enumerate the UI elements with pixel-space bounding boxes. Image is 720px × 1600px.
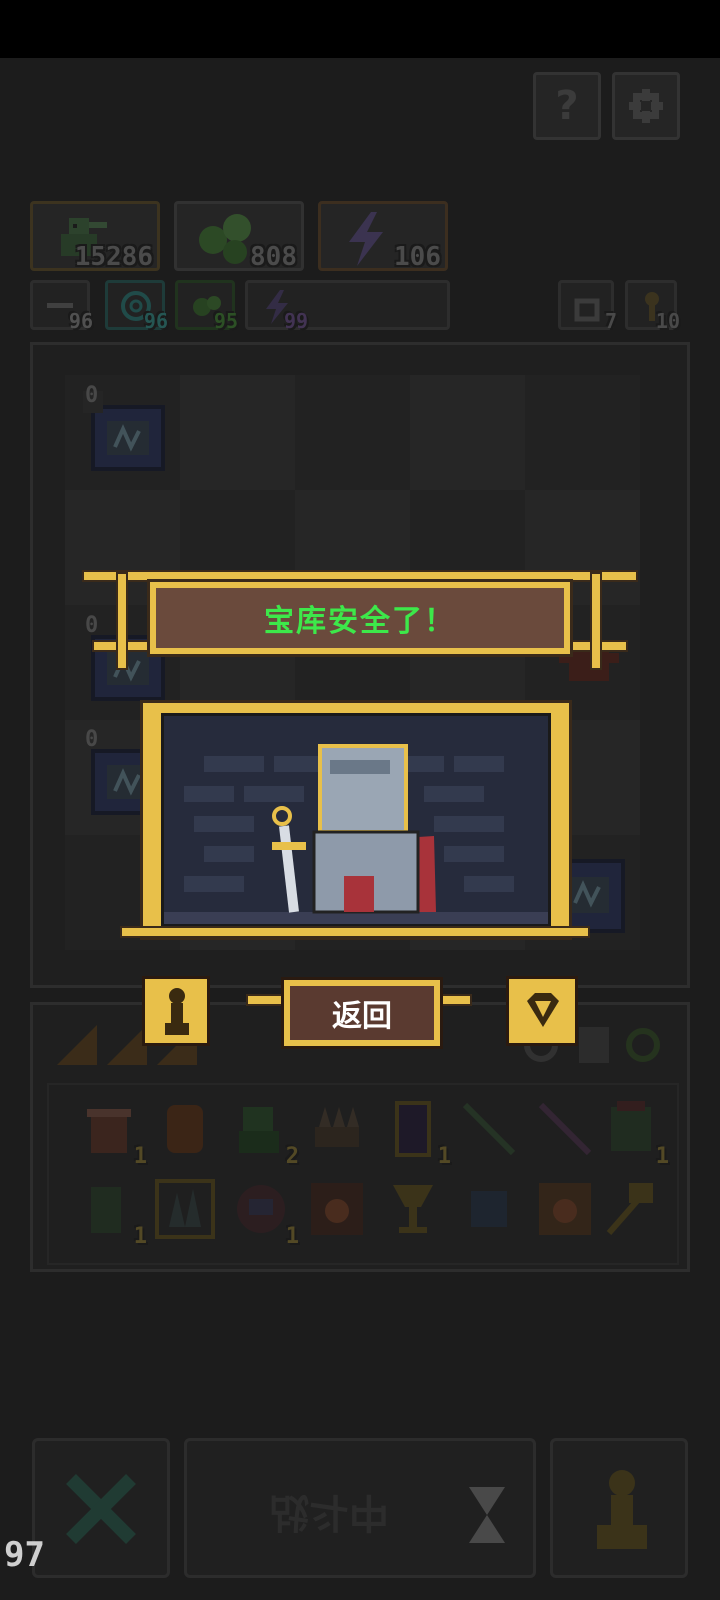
board-cell[interactable] [295, 375, 410, 490]
dialog-title-banner: 宝库安全了！ [150, 582, 570, 654]
demon-head-icon [237, 1185, 285, 1233]
board-cell[interactable] [410, 375, 525, 490]
stat-energy[interactable]: 99 [245, 280, 450, 333]
arrow-purple-icon [538, 1102, 592, 1156]
inventory-slot[interactable] [153, 1177, 217, 1241]
stat-spiral-value: 96 [143, 309, 168, 333]
inventory-slot[interactable]: 1 [77, 1177, 147, 1249]
potion-jar-icon [395, 1101, 431, 1157]
banner-post [116, 572, 128, 670]
battle-status-label: 战斗中 [269, 1489, 389, 1535]
stat-slime-value: 95 [213, 309, 238, 333]
fire-crate-icon [539, 1183, 591, 1235]
fps-counter: 97 [4, 1535, 45, 1575]
stat-spiral[interactable]: 96 [105, 280, 168, 333]
vault-badge: 0 [85, 727, 99, 752]
help-button[interactable]: ? [533, 72, 601, 140]
mask-icon [167, 1105, 203, 1153]
board-cell[interactable] [525, 375, 640, 490]
stat-energy-value: 99 [284, 309, 309, 333]
trophy-icon [393, 1185, 433, 1233]
hourglass-icon [469, 1487, 505, 1543]
dialog-scene-frame [140, 700, 572, 940]
battle-status-button[interactable]: 战斗中 [184, 1438, 536, 1578]
inventory-grid: 1 2 1 1 1 1 [47, 1083, 679, 1265]
lightning-icon [349, 212, 383, 266]
slime-count: 808 [250, 242, 297, 272]
inventory-slot[interactable]: 1 [381, 1097, 451, 1169]
stat-slime[interactable]: 95 [175, 280, 238, 333]
stat-key[interactable]: 10 [625, 280, 680, 333]
slime-resource[interactable]: 808 [174, 201, 304, 272]
unit-button[interactable] [550, 1438, 688, 1578]
goblin-chief-icon [611, 1101, 651, 1151]
arrow-green-icon [462, 1102, 516, 1156]
stat-sword[interactable]: 96 [30, 280, 93, 333]
inventory-slot[interactable] [381, 1177, 445, 1241]
fire-trap-icon [311, 1183, 363, 1235]
stat-key-value: 10 [655, 309, 680, 333]
cancel-button[interactable] [32, 1438, 170, 1578]
dialog-title: 宝库安全了！ [264, 604, 456, 639]
gear-icon [629, 89, 663, 123]
inventory-slot[interactable] [153, 1097, 217, 1161]
back-label: 返回 [332, 999, 392, 1034]
settings-button[interactable] [612, 72, 680, 140]
inventory-slot[interactable] [599, 1177, 663, 1241]
goblin-count: 15286 [74, 242, 153, 272]
pawn-side-button[interactable] [142, 976, 210, 1046]
blue-creature-icon [471, 1191, 507, 1227]
back-button[interactable]: 返回 [284, 980, 440, 1046]
gem-side-button[interactable] [506, 976, 578, 1046]
energy-count: 106 [394, 242, 441, 272]
banner-post [590, 572, 602, 670]
close-icon [66, 1474, 136, 1544]
goblin-icon [239, 1107, 279, 1153]
stat-sword-value: 96 [68, 309, 93, 333]
energy-resource[interactable]: 106 [318, 201, 448, 272]
inventory-slot[interactable] [305, 1177, 369, 1241]
pawn-icon [597, 1470, 647, 1549]
question-icon: ? [555, 83, 579, 129]
vault-badge: 0 [85, 383, 99, 408]
inventory-slot[interactable] [457, 1177, 521, 1241]
inventory-slot[interactable]: 1 [229, 1177, 299, 1249]
banner-rail [82, 570, 638, 582]
board-cell[interactable] [180, 375, 295, 490]
vault-badge: 0 [85, 613, 99, 638]
goblin-archer-icon [91, 1187, 121, 1233]
inventory-slot[interactable]: 2 [229, 1097, 299, 1169]
inventory-slot[interactable]: 1 [599, 1097, 669, 1169]
barrel-icon [87, 1109, 131, 1153]
spike-trap-icon [315, 1107, 359, 1147]
knight-illustration [164, 744, 548, 924]
inventory-slot[interactable] [533, 1097, 597, 1161]
pawn-icon [165, 988, 189, 1035]
stat-recycle[interactable]: 7 [558, 280, 617, 333]
knight-scene [161, 713, 551, 927]
inventory-slot[interactable]: 1 [77, 1097, 147, 1169]
inventory-slot[interactable] [457, 1097, 521, 1161]
gem-icon [527, 993, 559, 1027]
status-bar [0, 0, 720, 58]
inventory-slot[interactable] [533, 1177, 597, 1241]
stat-recycle-value: 7 [604, 309, 617, 333]
hammer-icon [606, 1183, 653, 1235]
scene-rail [120, 926, 590, 938]
recycle-icon [574, 298, 600, 322]
inventory-slot[interactable] [305, 1097, 369, 1161]
crystal-cluster-icon [155, 1179, 215, 1239]
goblin-resource[interactable]: 15286 [30, 201, 160, 272]
